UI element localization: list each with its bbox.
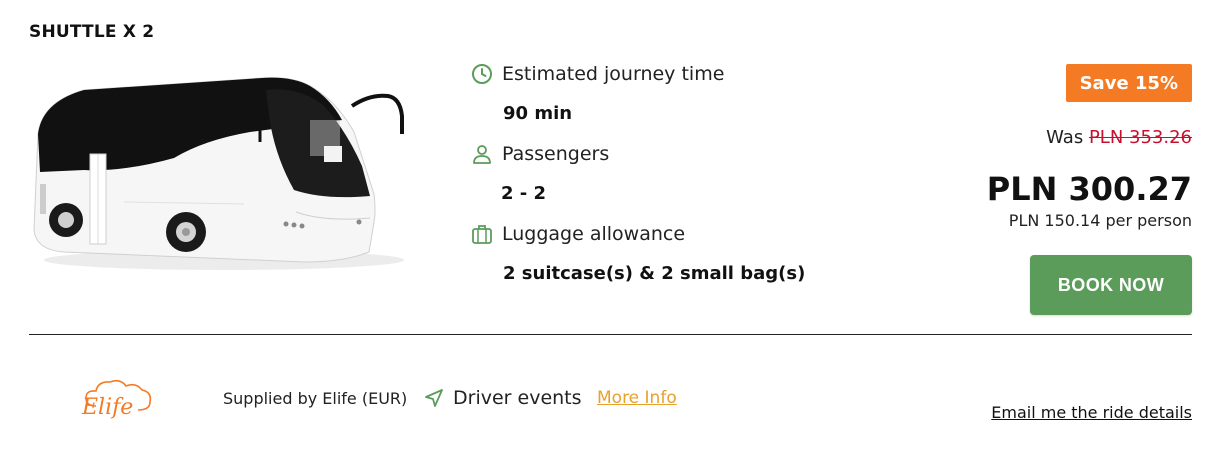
total-price: PLN 300.27 [986, 170, 1192, 208]
svg-text:Elife: Elife [81, 395, 133, 420]
was-label: Was [1046, 127, 1084, 148]
suitcase-icon [472, 225, 492, 244]
per-person-price: PLN 150.14 per person [1008, 211, 1192, 230]
journey-time-row: Estimated journey time [470, 62, 724, 86]
luggage-row: Luggage allowance [470, 222, 685, 246]
clock-icon [472, 64, 492, 84]
vehicle-title: SHUTTLE X 2 [29, 22, 155, 42]
discount-badge: Save 15% [1065, 64, 1192, 102]
passengers-label: Passengers [502, 143, 610, 165]
luggage-value: 2 suitcase(s) & 2 small bag(s) [503, 263, 806, 284]
bus-image [33, 77, 404, 270]
passengers-row: Passengers [470, 142, 609, 166]
driver-events: Driver events [424, 387, 582, 409]
elife-logo: Elife [81, 379, 152, 420]
email-ride-details-link[interactable]: Email me the ride details [991, 403, 1192, 422]
journey-time-value: 90 min [503, 103, 573, 124]
user-icon [473, 145, 491, 164]
shuttle-result-card: SHUTTLE X 2 Estimated journey time 90 mi… [0, 0, 1217, 470]
supplier-text: Supplied by Elife (EUR) [223, 389, 408, 408]
original-price: Was PLN 353.26 [1046, 127, 1192, 148]
was-price: PLN 353.26 [1088, 127, 1192, 148]
more-info-link[interactable]: More Info [597, 388, 677, 408]
journey-time-label: Estimated journey time [502, 63, 725, 85]
luggage-label: Luggage allowance [502, 223, 686, 245]
navigation-arrow-icon [425, 389, 443, 407]
passengers-value: 2 - 2 [501, 183, 547, 204]
book-now-button[interactable]: BOOK NOW [1030, 255, 1192, 315]
driver-events-label: Driver events [453, 387, 582, 409]
divider [29, 334, 1192, 335]
